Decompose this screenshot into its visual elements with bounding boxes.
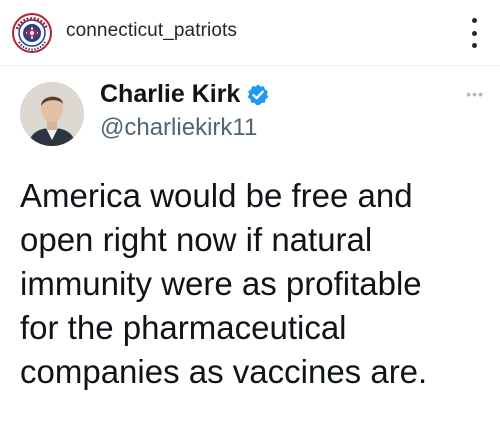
patriot-party-seal-icon[interactable]	[12, 13, 52, 53]
verified-badge-icon	[246, 83, 270, 107]
post-header: connecticut_patriots	[0, 0, 500, 66]
horizontal-ellipsis-icon[interactable]: •••	[466, 86, 484, 102]
author-name[interactable]: Charlie Kirk	[100, 80, 270, 109]
tweet-card: Charlie Kirk @charliekirk11 ••• America …	[0, 66, 500, 424]
avatar[interactable]	[20, 82, 84, 146]
account-name[interactable]: connecticut_patriots	[66, 20, 237, 42]
vertical-ellipsis-icon[interactable]	[468, 18, 480, 48]
author-handle[interactable]: @charliekirk11	[100, 114, 257, 142]
author-name-text: Charlie Kirk	[100, 80, 241, 108]
tweet-text: America would be free and open right now…	[20, 177, 428, 390]
